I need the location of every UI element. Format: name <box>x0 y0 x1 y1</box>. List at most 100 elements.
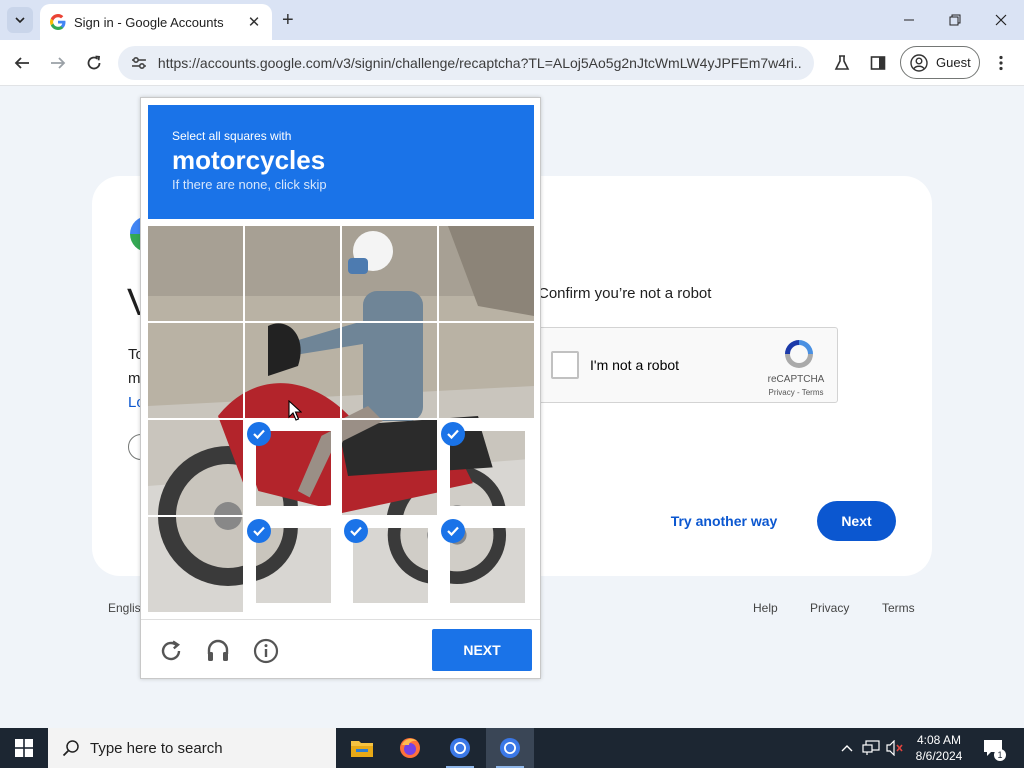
browser-tab-bar: Sign in - Google Accounts ✕ + <box>0 0 1024 40</box>
recaptcha-checkbox[interactable] <box>551 351 579 379</box>
taskbar-search-box[interactable]: Type here to search <box>48 728 336 768</box>
back-button[interactable] <box>9 50 35 76</box>
minimize-icon <box>904 19 914 21</box>
profile-label: Guest <box>936 55 971 70</box>
captcha-instruction: Select all squares with <box>172 129 292 143</box>
recaptcha-logo-icon <box>785 340 813 368</box>
minimize-button[interactable] <box>886 0 932 40</box>
confirm-text: Confirm you’re not a robot <box>538 285 712 302</box>
language-selector[interactable]: Englis <box>108 601 141 615</box>
captcha-next-button[interactable]: NEXT <box>432 629 532 671</box>
captcha-skip-hint: If there are none, click skip <box>172 177 327 192</box>
profile-button[interactable]: Guest <box>900 46 980 79</box>
restore-button[interactable] <box>932 0 978 40</box>
selected-check-icon <box>247 422 271 446</box>
close-window-button[interactable] <box>978 0 1024 40</box>
captcha-tile[interactable] <box>439 226 534 321</box>
captcha-tile[interactable] <box>245 517 340 612</box>
flask-icon <box>834 55 850 70</box>
captcha-tile[interactable] <box>342 420 437 515</box>
reload-button[interactable] <box>81 50 107 76</box>
search-icon <box>62 740 79 757</box>
captcha-tile-image <box>245 226 340 321</box>
captcha-tile[interactable] <box>342 517 437 612</box>
folder-icon <box>351 741 373 757</box>
chevron-down-icon <box>15 17 25 24</box>
new-tab-button[interactable]: + <box>282 9 294 31</box>
captcha-target-object: motorcycles <box>172 145 326 175</box>
recaptcha-widget: I'm not a robot reCAPTCHA Privacy - Term… <box>538 327 838 403</box>
selected-check-icon <box>441 422 465 446</box>
volume-button[interactable] <box>884 728 906 768</box>
url-text: https://accounts.google.com/v3/signin/ch… <box>157 55 802 71</box>
chrome-active-taskbar-button[interactable] <box>486 728 534 768</box>
firefox-icon <box>400 738 420 758</box>
footer-terms-link[interactable]: Terms <box>882 601 915 615</box>
tab-search-button[interactable] <box>7 7 33 33</box>
reload-icon <box>87 55 101 70</box>
network-icon <box>862 740 880 755</box>
network-button[interactable] <box>860 728 882 768</box>
captcha-tile[interactable] <box>439 517 534 612</box>
browser-menu-button[interactable] <box>988 50 1014 76</box>
volume-muted-icon <box>886 740 903 756</box>
page-description-line-2: m <box>128 370 141 387</box>
reload-challenge-icon[interactable] <box>158 638 184 664</box>
close-tab-icon[interactable]: ✕ <box>246 13 262 31</box>
show-hidden-icons-button[interactable] <box>838 728 856 768</box>
captcha-tile-image <box>342 420 437 515</box>
recaptcha-privacy-terms[interactable]: Privacy - Terms <box>751 388 841 397</box>
forward-button[interactable] <box>45 50 71 76</box>
info-icon[interactable] <box>253 638 279 664</box>
captcha-tile[interactable] <box>342 323 437 418</box>
chrome-icon <box>500 738 520 758</box>
taskbar-search-placeholder: Type here to search <box>90 739 223 757</box>
captcha-tile[interactable] <box>245 226 340 321</box>
captcha-tile[interactable] <box>439 420 534 515</box>
file-explorer-taskbar-button[interactable] <box>338 728 386 768</box>
side-panel-button[interactable] <box>865 50 891 76</box>
captcha-tile[interactable] <box>439 323 534 418</box>
recaptcha-label: I'm not a robot <box>590 357 680 373</box>
captcha-tile-image <box>148 420 243 515</box>
labs-button[interactable] <box>829 50 855 76</box>
captcha-instruction-header: Select all squares with motorcycles If t… <box>148 105 534 219</box>
system-clock[interactable]: 4:08 AM 8/6/2024 <box>908 732 970 764</box>
clock-time: 4:08 AM <box>916 733 962 747</box>
captcha-tile-image <box>439 226 534 321</box>
site-info-icon[interactable] <box>130 54 148 72</box>
tab-title: Sign in - Google Accounts <box>74 14 224 30</box>
firefox-taskbar-button[interactable] <box>386 728 434 768</box>
google-favicon-icon <box>50 14 66 30</box>
arrow-right-icon <box>51 57 66 69</box>
selected-check-icon <box>344 519 368 543</box>
captcha-tile[interactable] <box>342 226 437 321</box>
footer-privacy-link[interactable]: Privacy <box>810 601 849 615</box>
captcha-tile[interactable] <box>148 323 243 418</box>
try-another-way-button[interactable]: Try another way <box>662 504 786 538</box>
browser-tab[interactable]: Sign in - Google Accounts ✕ <box>40 4 272 40</box>
more-vert-icon <box>999 55 1003 71</box>
captcha-tile-image <box>342 226 437 321</box>
next-button[interactable]: Next <box>817 501 896 541</box>
account-circle-icon <box>910 53 928 72</box>
captcha-tile[interactable] <box>148 517 243 612</box>
address-bar[interactable]: https://accounts.google.com/v3/signin/ch… <box>118 46 814 80</box>
notifications-button[interactable]: 1 <box>978 728 1008 768</box>
start-button[interactable] <box>0 728 48 768</box>
chrome-icon <box>450 738 470 758</box>
arrow-left-icon <box>14 57 29 69</box>
mouse-cursor-icon <box>288 400 302 421</box>
captcha-tile-image <box>148 517 243 612</box>
selected-check-icon <box>441 519 465 543</box>
captcha-tile[interactable] <box>148 420 243 515</box>
captcha-tile-image <box>148 226 243 321</box>
chrome-taskbar-button[interactable] <box>436 728 484 768</box>
captcha-tile[interactable] <box>245 420 340 515</box>
audio-challenge-icon[interactable] <box>205 638 231 664</box>
captcha-footer: NEXT <box>141 619 540 679</box>
windows-taskbar: Type here to search 4:08 AM 8/6/2024 1 <box>0 728 1024 768</box>
clock-date: 8/6/2024 <box>915 749 963 763</box>
captcha-tile[interactable] <box>148 226 243 321</box>
footer-help-link[interactable]: Help <box>753 601 778 615</box>
